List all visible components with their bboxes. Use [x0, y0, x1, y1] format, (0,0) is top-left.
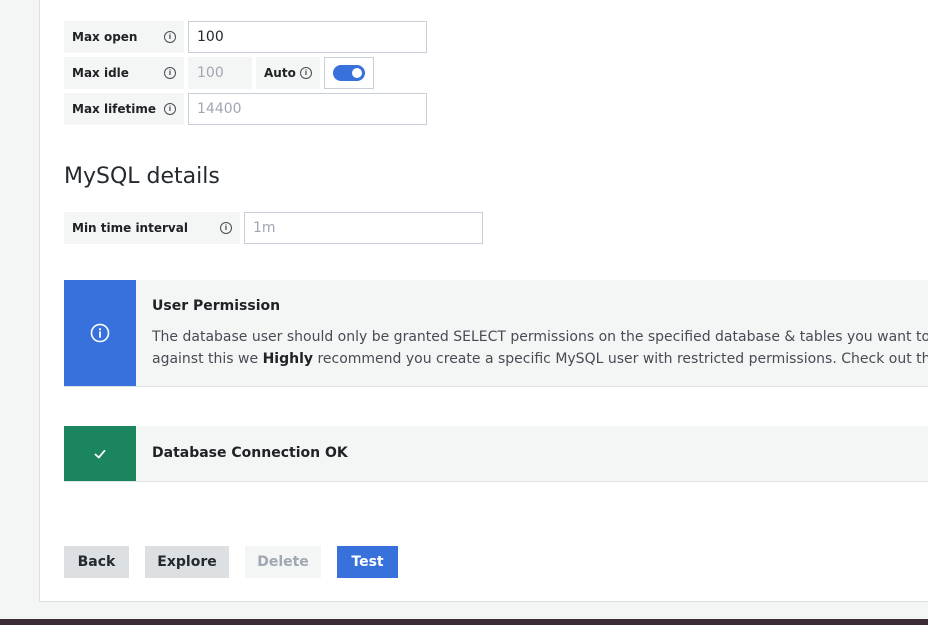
toggle-knob [352, 68, 362, 78]
user-permission-alert: User Permission The database user should… [64, 280, 928, 387]
alert-title: User Permission [152, 298, 281, 314]
alert-body-line2: against this we Highly recommend you cre… [152, 348, 928, 370]
info-icon[interactable]: i [300, 67, 312, 79]
max-idle-input [188, 57, 252, 89]
info-icon[interactable]: i [220, 222, 232, 234]
info-icon[interactable]: i [164, 67, 176, 79]
max-idle-auto-toggle[interactable] [333, 65, 365, 81]
alert-body: The database user should only be granted… [152, 326, 928, 370]
min-time-interval-label: Min time interval i [64, 212, 240, 244]
max-lifetime-input[interactable] [188, 93, 427, 125]
min-time-interval-label-text: Min time interval [72, 221, 188, 235]
alert-title: Database Connection OK [152, 445, 348, 461]
max-lifetime-label: Max lifetime i [64, 93, 184, 125]
mysql-details-title: MySQL details [64, 164, 220, 189]
max-idle-label-text: Max idle [72, 66, 129, 80]
max-open-input[interactable] [188, 21, 427, 53]
back-button[interactable]: Back [64, 546, 129, 578]
max-idle-label: Max idle i [64, 57, 184, 89]
alert-bold-text: Highly [262, 351, 313, 367]
bottom-bar [0, 619, 928, 625]
info-icon[interactable]: i [164, 31, 176, 43]
alert-icon-column [64, 280, 136, 386]
delete-button[interactable]: Delete [245, 546, 321, 578]
check-icon [94, 449, 106, 458]
min-time-interval-input[interactable] [244, 212, 483, 244]
alert-text: against this we [152, 351, 263, 367]
max-idle-auto-toggle-container [324, 57, 374, 89]
info-icon[interactable]: i [164, 103, 176, 115]
max-open-label-text: Max open [72, 30, 138, 44]
alert-body-line1: The database user should only be granted… [152, 329, 928, 345]
max-open-label: Max open i [64, 21, 184, 53]
alert-icon-column [64, 426, 136, 481]
alert-text: recommend you create a specific MySQL us… [313, 351, 928, 367]
explore-button[interactable]: Explore [145, 546, 229, 578]
auto-label-text: Auto [264, 66, 296, 80]
max-idle-auto-label: Auto i [256, 57, 320, 89]
test-button[interactable]: Test [337, 546, 398, 578]
connection-success-alert: Database Connection OK [64, 426, 928, 482]
max-lifetime-label-text: Max lifetime [72, 102, 157, 116]
info-circle-icon [90, 323, 110, 343]
